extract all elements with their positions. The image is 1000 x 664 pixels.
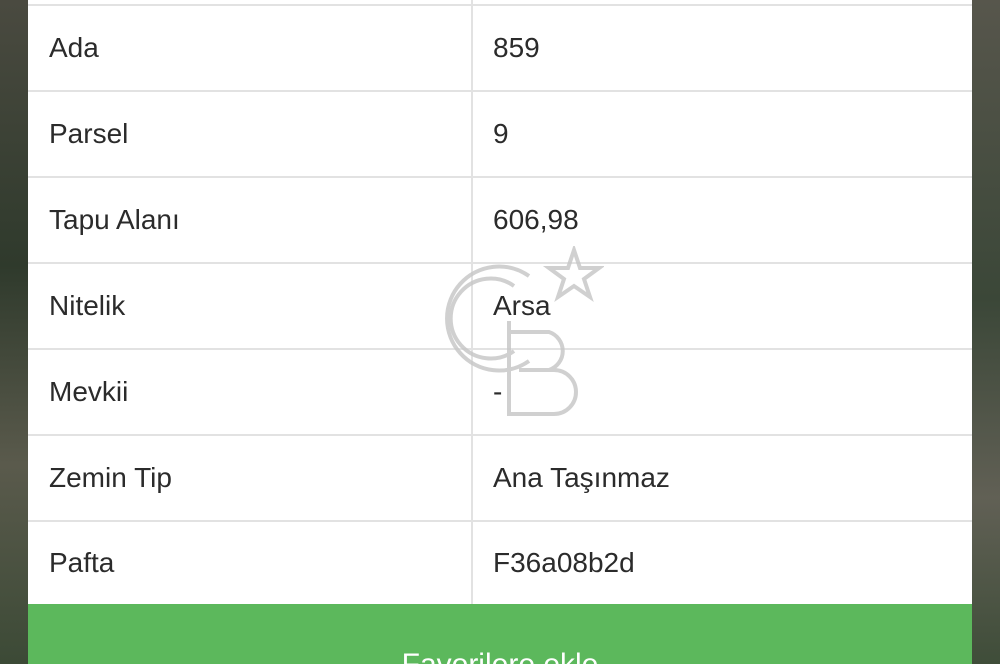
table-row-mevkii: Mevkii - (28, 348, 972, 434)
row-label: Zemin Tip (28, 436, 473, 520)
property-details-panel: Ada 859 Parsel 9 Tapu Alanı 606,98 Nitel… (28, 0, 972, 664)
row-value: - (493, 376, 503, 407)
background-right-edge (970, 0, 1000, 664)
table-row-ada: Ada 859 (28, 4, 972, 90)
row-label: Ada (28, 6, 473, 90)
row-value: Arsa (493, 290, 551, 321)
row-value: Ana Taşınmaz (493, 462, 670, 493)
row-label: Tapu Alanı (28, 178, 473, 262)
add-to-favorites-button[interactable]: Favorilere ekle (28, 604, 972, 664)
table-row-tapu-alani: Tapu Alanı 606,98 (28, 176, 972, 262)
table-row-nitelik: Nitelik Arsa (28, 262, 972, 348)
row-label: Pafta (28, 522, 473, 604)
table-row-parsel: Parsel 9 (28, 90, 972, 176)
row-label: Parsel (28, 92, 473, 176)
row-value: F36a08b2d (493, 547, 635, 578)
table-row-zemin-tip: Zemin Tip Ana Taşınmaz (28, 434, 972, 520)
add-to-favorites-label: Favorilere ekle (402, 648, 599, 664)
row-value: 859 (493, 32, 540, 63)
row-value: 9 (493, 118, 509, 149)
row-label: Mevkii (28, 350, 473, 434)
table-row-pafta: Pafta F36a08b2d (28, 520, 972, 604)
row-value: 606,98 (493, 204, 579, 235)
row-label: Nitelik (28, 264, 473, 348)
background-left-edge (0, 0, 30, 664)
